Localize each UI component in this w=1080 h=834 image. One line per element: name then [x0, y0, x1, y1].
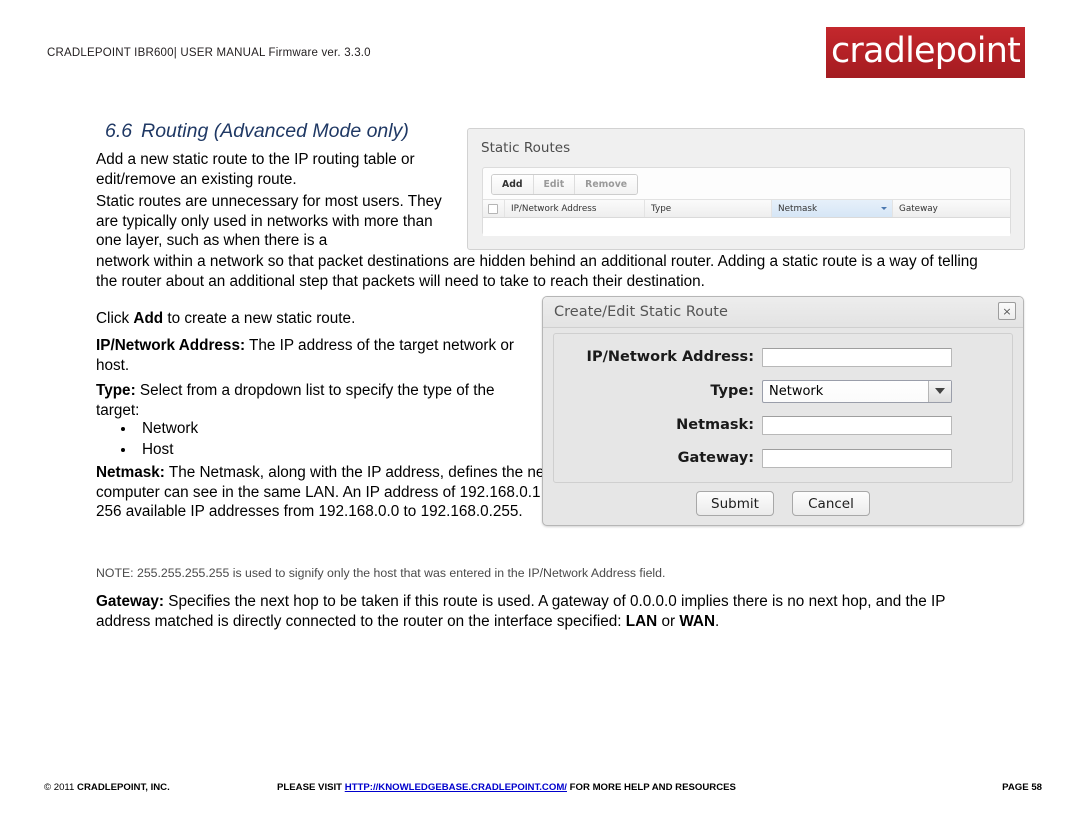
create-edit-static-route-dialog: Create/Edit Static Route × IP/Network Ad…: [542, 296, 1024, 526]
footer-after-link: FOR MORE HELP AND RESOURCES: [566, 782, 736, 793]
footer-please-visit: PLEASE VISIT: [277, 782, 345, 793]
netmask-term: Netmask:: [96, 464, 165, 481]
dialog-title: Create/Edit Static Route: [554, 304, 728, 320]
chevron-down-glyph: [935, 388, 945, 394]
list-item: Host: [136, 440, 198, 461]
dialog-form: IP/Network Address: Type: Network Netmas…: [553, 333, 1013, 483]
remove-button[interactable]: Remove: [575, 175, 638, 194]
ip-network-address-label: IP/Network Address:: [586, 349, 754, 365]
footer-company: CRADLEPOINT, INC.: [77, 782, 170, 793]
column-header-ip-network-address[interactable]: IP/Network Address: [505, 200, 645, 217]
paragraph-intro-1: Add a new static route to the IP routing…: [96, 151, 415, 188]
column-header-netmask-label: Netmask: [778, 203, 818, 214]
paragraph-gateway: Gateway: Specifies the next hop to be ta…: [96, 592, 986, 631]
chevron-down-icon[interactable]: [881, 207, 887, 210]
gateway-label: Gateway:: [677, 450, 754, 466]
column-header-type[interactable]: Type: [645, 200, 772, 217]
paragraph-ip-network-address: IP/Network Address: The IP address of th…: [96, 336, 536, 375]
select-all-cell[interactable]: [483, 200, 505, 217]
gateway-or: or: [657, 612, 680, 630]
gateway-lan-term: LAN: [625, 612, 658, 630]
submit-button[interactable]: Submit: [696, 491, 774, 516]
field-row-type: Type: Network: [554, 379, 1012, 403]
type-select[interactable]: Network: [762, 379, 952, 403]
edit-button[interactable]: Edit: [533, 175, 576, 194]
column-header-gateway[interactable]: Gateway: [893, 200, 1010, 217]
note-text: NOTE: 255.255.255.255 is used to signify…: [96, 566, 666, 580]
section-heading: 6.6 Routing (Advanced Mode only): [105, 120, 409, 143]
click-add-pre: Click: [96, 310, 134, 327]
gateway-term: Gateway:: [96, 593, 165, 610]
netmask-label: Netmask:: [676, 417, 754, 433]
type-description: Select from a dropdown list to specify t…: [96, 382, 495, 419]
close-icon[interactable]: ×: [998, 302, 1016, 320]
gateway-wan-term: WAN: [679, 612, 716, 630]
field-row-gateway: Gateway:: [554, 447, 1012, 469]
static-routes-toolbar: Add Edit Remove: [491, 174, 639, 195]
type-options-list: Network Host: [96, 419, 198, 460]
footer-page-number: PAGE 58: [1002, 782, 1042, 793]
section-title: Routing (Advanced Mode only): [141, 120, 409, 142]
section-number: 6.6: [105, 120, 133, 142]
type-select-value: Network: [769, 383, 824, 399]
table-header-row: IP/Network Address Type Netmask Gateway: [483, 199, 1010, 218]
footer-knowledgebase-link[interactable]: HTTP://KNOWLEDGEBASE.CRADLEPOINT.COM/: [345, 782, 567, 793]
ip-address-term: IP/Network Address:: [96, 337, 246, 354]
column-header-netmask[interactable]: Netmask: [772, 200, 893, 217]
static-routes-panel-title: Static Routes: [481, 140, 571, 156]
paragraph-intro-2: Static routes are unnecessary for most u…: [96, 193, 442, 250]
netmask-input[interactable]: [762, 415, 952, 435]
table-empty-row: [483, 218, 1010, 236]
chevron-down-icon[interactable]: [928, 380, 951, 402]
footer-help-text: PLEASE VISIT HTTP://KNOWLEDGEBASE.CRADLE…: [277, 782, 736, 793]
type-term: Type:: [96, 382, 136, 399]
ip-network-address-input[interactable]: [762, 347, 952, 367]
static-routes-panel-body: Add Edit Remove IP/Network Address Type …: [482, 167, 1011, 236]
field-row-ip-network-address: IP/Network Address:: [554, 346, 1012, 368]
cancel-button[interactable]: Cancel: [792, 491, 870, 516]
brand-logo-text: cradlepoint: [830, 30, 1021, 71]
static-routes-table: IP/Network Address Type Netmask Gateway: [483, 199, 1010, 236]
gateway-description: Specifies the next hop to be taken if th…: [96, 593, 946, 630]
dialog-button-bar: Submit Cancel: [543, 491, 1023, 516]
add-button[interactable]: Add: [492, 175, 534, 194]
click-add-post: to create a new static route.: [163, 310, 356, 327]
paragraph-wrap: network within a network so that packet …: [96, 253, 978, 290]
static-routes-panel: Static Routes Add Edit Remove IP/Network…: [467, 128, 1025, 250]
field-row-netmask: Netmask:: [554, 414, 1012, 436]
select-all-checkbox[interactable]: [488, 203, 498, 214]
footer-copyright-year: © 2011: [44, 782, 78, 793]
paragraph-click-add: Click Add to create a new static route.: [96, 309, 526, 329]
footer-copyright: © 2011 CRADLEPOINT, INC.: [44, 782, 170, 793]
page-footer: © 2011 CRADLEPOINT, INC. PLEASE VISIT HT…: [0, 774, 1080, 834]
click-add-bold: Add: [133, 310, 164, 327]
gateway-input[interactable]: [762, 448, 952, 468]
list-item: Network: [136, 419, 198, 440]
paragraph-type: Type: Select from a dropdown list to spe…: [96, 381, 536, 420]
cradlepoint-logo: cradlepoint: [826, 27, 1025, 78]
type-label: Type:: [710, 383, 754, 399]
page-header: CRADLEPOINT IBR600| USER MANUAL Firmware…: [0, 0, 1080, 100]
gateway-period: .: [715, 612, 720, 630]
dialog-titlebar[interactable]: Create/Edit Static Route ×: [543, 297, 1023, 328]
manual-header-title: CRADLEPOINT IBR600| USER MANUAL Firmware…: [47, 47, 371, 59]
